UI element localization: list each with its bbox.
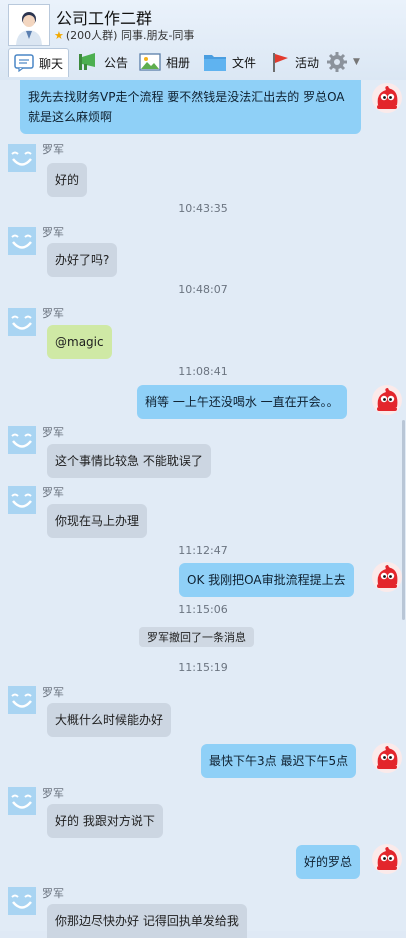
self-avatar[interactable] (372, 743, 402, 773)
tab-announcement-label: 公告 (104, 55, 129, 70)
self-avatar[interactable] (372, 385, 402, 415)
contact-avatar[interactable] (8, 227, 36, 255)
mascot-avatar-icon (372, 844, 402, 874)
contact-avatar[interactable] (8, 887, 36, 915)
tab-activity-label: 活动 (295, 55, 320, 70)
smiley-avatar-icon (8, 227, 36, 255)
smiley-avatar-icon (8, 486, 36, 514)
timestamp: 11:15:19 (178, 661, 228, 674)
folder-icon (204, 55, 226, 71)
mascot-avatar-icon (372, 385, 402, 415)
chat-bubble-icon (14, 54, 34, 72)
sender-name: 罗军 (42, 486, 64, 499)
recall-notice: 罗军撤回了一条消息 (139, 627, 254, 647)
chat-area[interactable]: 我先去找财务VP走个流程 要不然钱是没法汇出去的 罗总OA就是这么麻烦啊 罗军 … (0, 80, 406, 938)
tab-chat-label: 聊天 (39, 56, 64, 71)
smiley-avatar-icon (8, 686, 36, 714)
tab-files-label: 文件 (232, 55, 257, 70)
message-incoming[interactable]: 这个事情比较急 不能耽误了 (47, 444, 211, 478)
message-incoming[interactable]: 你那边尽快办好 记得回执单发给我 (47, 904, 247, 938)
smiley-avatar-icon (8, 426, 36, 454)
sender-name: 罗军 (42, 426, 64, 439)
chat-header: 公司工作二群 ★ (200人群) 同事.朋友-同事 聊天 公告 相册 文件 活动… (0, 0, 406, 81)
tab-announcement[interactable]: 公告 (77, 48, 128, 76)
message-outgoing[interactable]: 稍等 一上午还没喝水 一直在开会。。 (137, 385, 347, 419)
flag-icon (273, 53, 288, 72)
message-incoming[interactable]: 好的 (47, 163, 88, 197)
tab-files[interactable]: 文件 (203, 48, 256, 76)
group-subtitle: ★ (200人群) 同事.朋友-同事 (54, 27, 194, 43)
message-incoming[interactable]: 好的 我跟对方说下 (47, 804, 163, 838)
timestamp: 11:15:06 (178, 603, 228, 616)
scrollbar[interactable] (402, 420, 405, 620)
timestamp: 10:48:07 (178, 283, 228, 296)
smiley-avatar-icon (8, 787, 36, 815)
smiley-avatar-icon (8, 887, 36, 915)
chevron-down-icon: ▼ (353, 57, 360, 67)
settings-menu[interactable]: ▼ (326, 48, 360, 76)
contact-avatar[interactable] (8, 486, 36, 514)
sender-name: 罗军 (42, 787, 64, 800)
mascot-avatar-icon (372, 83, 402, 113)
contact-avatar[interactable] (8, 426, 36, 454)
contact-avatar[interactable] (8, 308, 36, 336)
message-outgoing[interactable]: 我先去找财务VP走个流程 要不然钱是没法汇出去的 罗总OA就是这么麻烦啊 (20, 80, 361, 134)
tab-album-label: 相册 (166, 55, 191, 70)
megaphone-icon (79, 53, 95, 70)
smiley-avatar-icon (8, 144, 36, 172)
sender-name: 罗军 (42, 887, 64, 900)
tab-album[interactable]: 相册 (139, 48, 190, 76)
tab-activity[interactable]: 活动 (270, 48, 319, 76)
message-incoming[interactable]: 你现在马上办理 (47, 504, 148, 538)
message-incoming[interactable]: 办好了吗? (47, 243, 118, 277)
message-outgoing[interactable]: 最快下午3点 最迟下午5点 (201, 744, 357, 778)
contact-avatar[interactable] (8, 787, 36, 815)
message-outgoing[interactable]: OK 我刚把OA审批流程提上去 (179, 563, 354, 597)
group-avatar[interactable] (8, 4, 50, 46)
gear-icon (327, 52, 347, 72)
timestamp: 11:12:47 (178, 544, 228, 557)
message-incoming[interactable]: 大概什么时候能办好 (47, 703, 172, 737)
smiley-avatar-icon (8, 308, 36, 336)
self-avatar[interactable] (372, 562, 402, 592)
tab-chat[interactable]: 聊天 (8, 48, 70, 77)
contact-avatar[interactable] (8, 144, 36, 172)
timestamp: 11:08:41 (178, 365, 228, 378)
sender-name: 罗军 (42, 686, 64, 699)
timestamp: 10:43:35 (178, 202, 228, 215)
sender-name: 罗军 (42, 226, 64, 239)
group-subtitle-text: (200人群) 同事.朋友-同事 (65, 29, 195, 42)
message-outgoing[interactable]: 好的罗总 (296, 845, 361, 879)
toolbar: 聊天 公告 相册 文件 活动 ▼ (0, 46, 406, 78)
user-icon (9, 5, 49, 45)
self-avatar[interactable] (372, 83, 402, 113)
sender-name: 罗军 (42, 143, 64, 156)
sender-name: 罗军 (42, 307, 64, 320)
message-mention[interactable]: @magic (47, 325, 112, 359)
mascot-avatar-icon (372, 743, 402, 773)
group-title: 公司工作二群 (56, 9, 153, 28)
photo-icon (139, 53, 161, 71)
star-icon: ★ (54, 29, 64, 42)
contact-avatar[interactable] (8, 686, 36, 714)
mascot-avatar-icon (372, 562, 402, 592)
self-avatar[interactable] (372, 844, 402, 874)
